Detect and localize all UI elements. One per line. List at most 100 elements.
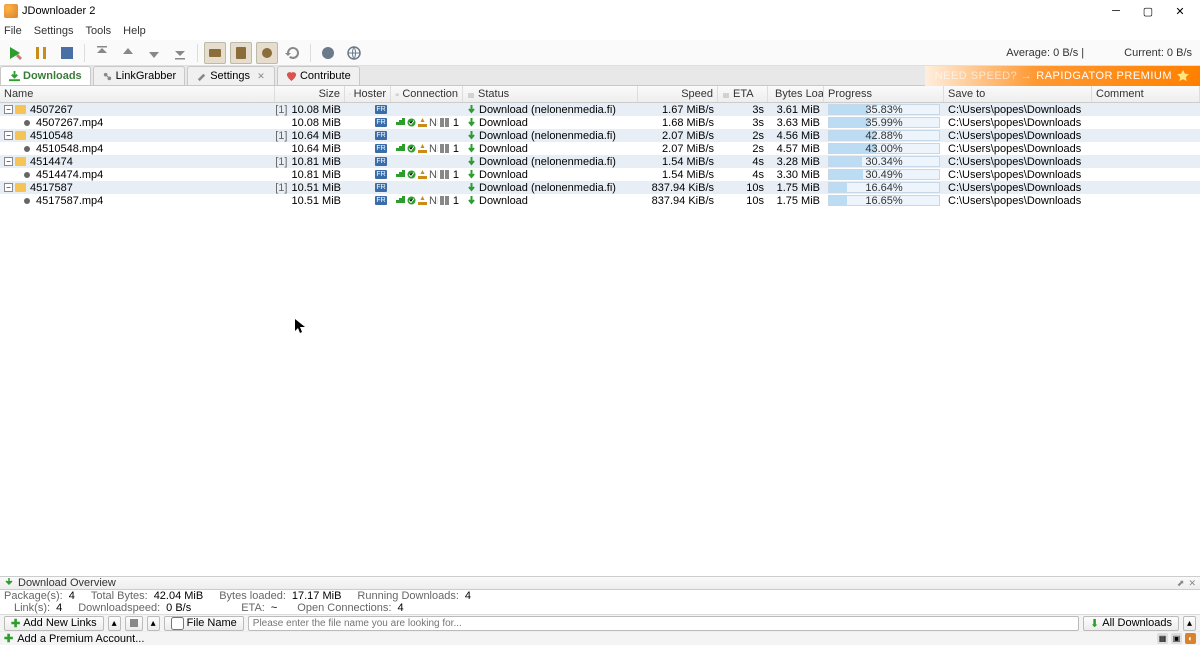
tab-settings[interactable]: Settings ✕ [187, 66, 275, 85]
filter-dropdown[interactable]: ▴ [1183, 616, 1196, 631]
download-row[interactable]: 4510548.mp4 10.64 MiB FR NN 1 Download 2… [0, 142, 1200, 155]
tab-settings-close[interactable]: ✕ [256, 71, 266, 81]
hoster-icon: FR [375, 131, 387, 140]
container-icon [129, 618, 139, 628]
tab-downloads[interactable]: Downloads [0, 66, 91, 85]
svg-text:NN: NN [429, 196, 438, 205]
bytes-cell: 1.75 MiB [768, 195, 824, 207]
item-count: [1] [275, 156, 287, 168]
tray-icon-3[interactable]: ◐ [1185, 633, 1196, 644]
menu-settings[interactable]: Settings [34, 25, 74, 37]
add-new-links-button[interactable]: ✚Add New Links [4, 616, 104, 631]
package-row[interactable]: −4510548 [1]10.64 MiB FR Download (nelon… [0, 129, 1200, 142]
status-text: Download (nelonenmedia.fi) [479, 104, 616, 116]
col-eta[interactable]: ETA [718, 86, 768, 102]
overview-header[interactable]: Download Overview ⬈ ✕ [0, 576, 1200, 590]
collapse-toggle[interactable]: − [4, 183, 13, 192]
auto-confirm-toggle[interactable] [256, 42, 278, 64]
collapse-toggle[interactable]: − [4, 131, 13, 140]
maximize-button[interactable]: ▢ [1132, 0, 1164, 22]
lock-icon [349, 90, 351, 98]
move-up-button[interactable] [117, 42, 139, 64]
search-regex-checkbox[interactable] [171, 617, 184, 630]
svg-text:NN: NN [429, 144, 438, 153]
collapse-toggle[interactable]: − [4, 105, 13, 114]
add-container-dropdown[interactable]: ▴ [147, 616, 160, 631]
download-row[interactable]: 4517587.mp4 10.51 MiB FR NN 1 Download 8… [0, 194, 1200, 207]
eta-cell: 2s [718, 130, 768, 142]
overview-body: Package(s):4 Total Bytes:42.04 MiB Bytes… [0, 590, 1200, 614]
speed-cell: 1.54 MiB/s [638, 156, 718, 168]
pause-downloads-button[interactable] [30, 42, 52, 64]
package-row[interactable]: −4514474 [1]10.81 MiB FR Download (nelon… [0, 155, 1200, 168]
download-row[interactable]: 4507267.mp4 10.08 MiB FR NN 1 Download 1… [0, 116, 1200, 129]
package-row[interactable]: −4507267 [1]10.08 MiB FR Download (nelon… [0, 103, 1200, 116]
tab-linkgrabber-label: LinkGrabber [116, 70, 177, 82]
eta-cell: 4s [718, 156, 768, 168]
update-button[interactable] [317, 42, 339, 64]
collapse-toggle[interactable]: − [4, 157, 13, 166]
speed-cell: 837.94 KiB/s [638, 195, 718, 207]
menu-help[interactable]: Help [123, 25, 146, 37]
close-button[interactable]: ✕ [1164, 0, 1196, 22]
overview-close-icon[interactable]: ✕ [1188, 578, 1196, 589]
speed-cell: 1.67 MiB/s [638, 104, 718, 116]
tray-icon-2[interactable]: ▣ [1171, 633, 1182, 644]
save-path: C:\Users\popes\Downloads [944, 130, 1092, 142]
move-bottom-button[interactable] [169, 42, 191, 64]
add-premium-account-link[interactable]: Add a Premium Account... [17, 633, 144, 645]
speed-cell: 1.68 MiB/s [638, 117, 718, 129]
overview-title: Download Overview [18, 577, 116, 589]
move-top-button[interactable] [91, 42, 113, 64]
progress-bar: 35.83% [828, 104, 940, 115]
col-name[interactable]: Name [0, 86, 275, 102]
search-field-type[interactable]: File Name [164, 616, 244, 631]
col-bytes[interactable]: Bytes Loaded [768, 86, 824, 102]
all-downloads-filter[interactable]: ⬇All Downloads [1083, 616, 1179, 631]
col-size[interactable]: Size [275, 86, 345, 102]
col-speed[interactable]: Speed [638, 86, 718, 102]
progress-bar: 16.65% [828, 195, 940, 206]
myportal-button[interactable] [343, 42, 365, 64]
download-row[interactable]: 4514474.mp4 10.81 MiB FR NN 1 Download 1… [0, 168, 1200, 181]
search-input[interactable] [248, 616, 1079, 631]
lock-icon [467, 90, 475, 98]
col-comment[interactable]: Comment [1092, 86, 1200, 102]
stop-downloads-button[interactable] [56, 42, 78, 64]
col-save[interactable]: Save to [944, 86, 1092, 102]
banner-leadin: NEED SPEED? → [935, 70, 1033, 82]
average-speed-label: Average: 0 B/s | [1006, 47, 1084, 59]
reconnect-button[interactable] [282, 42, 304, 64]
downloads-table[interactable]: −4507267 [1]10.08 MiB FR Download (nelon… [0, 103, 1200, 576]
lock-icon [395, 90, 399, 98]
col-connection[interactable]: Connection [391, 86, 463, 102]
eta-cell: 3s [718, 104, 768, 116]
menu-tools[interactable]: Tools [85, 25, 111, 37]
hoster-icon: FR [375, 183, 387, 192]
column-header-row: Name Size Hoster Connection Status Speed… [0, 86, 1200, 103]
move-down-button[interactable] [143, 42, 165, 64]
connection-icons: NN 1 [396, 169, 459, 181]
package-row[interactable]: −4517587 [1]10.51 MiB FR Download (nelon… [0, 181, 1200, 194]
col-status[interactable]: Status [463, 86, 638, 102]
banner-text: RAPIDGATOR PREMIUM [1036, 70, 1172, 82]
start-downloads-button[interactable] [4, 42, 26, 64]
auto-reconnect-toggle[interactable] [204, 42, 226, 64]
overview-popout-icon[interactable]: ⬈ [1177, 578, 1185, 589]
save-path: C:\Users\popes\Downloads [944, 156, 1092, 168]
tab-linkgrabber[interactable]: LinkGrabber [93, 66, 186, 85]
clipboard-observer-toggle[interactable] [230, 42, 252, 64]
bytes-cell: 3.63 MiB [768, 117, 824, 129]
col-progress[interactable]: Progress [824, 86, 944, 102]
minimize-button[interactable]: ─ [1100, 0, 1132, 22]
file-icon [24, 198, 30, 204]
add-links-dropdown[interactable]: ▴ [108, 616, 121, 631]
tab-contribute[interactable]: Contribute [277, 66, 360, 85]
col-hoster[interactable]: Hoster [345, 86, 391, 102]
add-container-button[interactable] [125, 616, 143, 631]
status-download-icon [467, 183, 476, 192]
folder-icon [15, 131, 26, 140]
tray-icon-1[interactable]: ▦ [1157, 633, 1168, 644]
menu-file[interactable]: File [4, 25, 22, 37]
premium-banner[interactable]: NEED SPEED? → RAPIDGATOR PREMIUM [925, 66, 1200, 86]
